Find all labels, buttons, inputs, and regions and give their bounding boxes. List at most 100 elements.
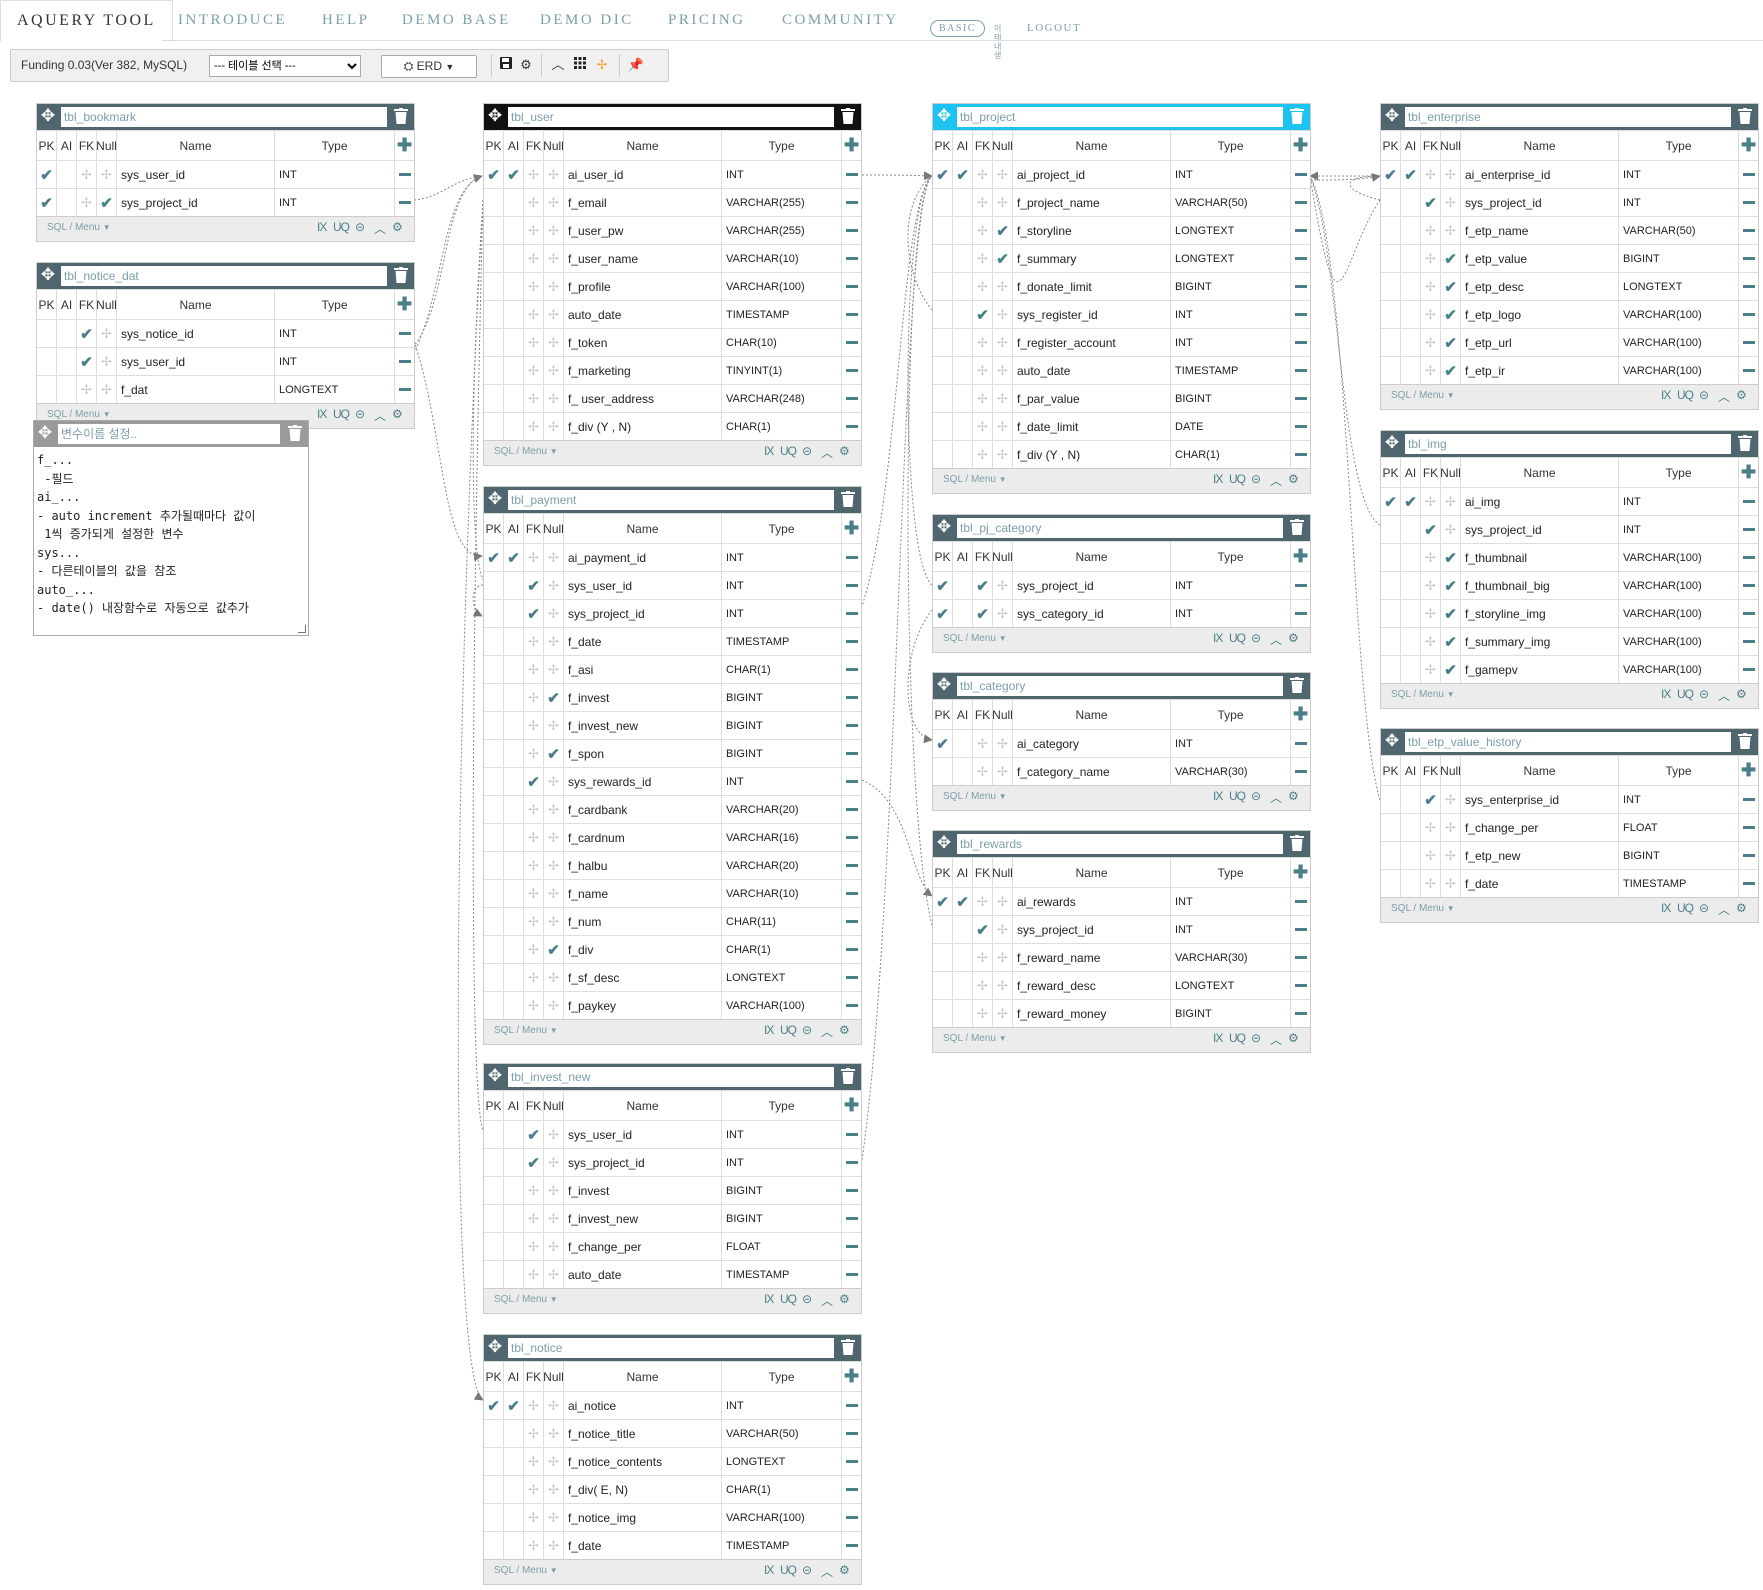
ai-toggle[interactable]	[1401, 814, 1421, 841]
table-name-input[interactable]: tbl_invest_new	[508, 1067, 834, 1087]
pk-toggle[interactable]	[1381, 656, 1401, 683]
pk-toggle[interactable]	[484, 796, 504, 823]
fk-checked[interactable]: ✔	[973, 572, 993, 599]
fk-toggle[interactable]: ✢	[524, 1205, 544, 1232]
remove-column-button[interactable]	[842, 824, 861, 851]
move-icon[interactable]: ✥	[935, 834, 953, 852]
trash-icon[interactable]	[1290, 835, 1304, 852]
remove-column-button[interactable]	[842, 1476, 861, 1503]
column-type[interactable]: LONGTEXT	[1619, 273, 1739, 300]
pk-toggle[interactable]	[484, 712, 504, 739]
remove-column-button[interactable]	[842, 684, 861, 711]
pk-toggle[interactable]	[484, 357, 504, 384]
pk-toggle[interactable]	[484, 824, 504, 851]
remove-column-button[interactable]	[1291, 972, 1310, 999]
remove-column-button[interactable]	[1739, 301, 1758, 328]
null-toggle[interactable]: ✢	[1441, 217, 1461, 244]
ai-toggle[interactable]	[1401, 245, 1421, 272]
null-toggle[interactable]: ✢	[993, 944, 1013, 971]
fk-toggle[interactable]: ✢	[524, 656, 544, 683]
remove-column-button[interactable]	[842, 796, 861, 823]
fk-toggle[interactable]: ✢	[524, 1504, 544, 1531]
pk-toggle[interactable]	[933, 245, 953, 272]
null-toggle[interactable]: ✢	[544, 245, 564, 272]
column-type[interactable]: VARCHAR(100)	[1619, 572, 1739, 599]
remove-column-button[interactable]	[1739, 870, 1758, 897]
fk-toggle[interactable]: ✢	[1421, 161, 1441, 188]
remove-column-button[interactable]	[842, 628, 861, 655]
comment-icon[interactable]: ⊝	[355, 220, 365, 234]
comment-icon[interactable]: ⊝	[802, 1563, 812, 1577]
null-toggle[interactable]: ✢	[544, 217, 564, 244]
remove-column-button[interactable]	[1291, 273, 1310, 300]
index-button[interactable]: IX	[1661, 687, 1671, 701]
null-toggle[interactable]: ✢	[544, 1392, 564, 1419]
comment-icon[interactable]: ⊝	[1251, 789, 1261, 803]
fk-toggle[interactable]: ✢	[524, 217, 544, 244]
trash-icon[interactable]	[841, 1339, 855, 1356]
column-name[interactable]: sys_rewards_id	[564, 768, 722, 795]
fk-toggle[interactable]: ✢	[524, 1476, 544, 1503]
column-name[interactable]: f_notice_title	[564, 1420, 722, 1447]
pk-checked[interactable]: ✔	[484, 544, 504, 571]
column-name[interactable]: f_date_limit	[1013, 413, 1171, 440]
pk-toggle[interactable]	[1381, 600, 1401, 627]
fk-toggle[interactable]: ✢	[77, 189, 97, 216]
remove-column-button[interactable]	[1291, 441, 1310, 468]
fk-checked[interactable]: ✔	[524, 572, 544, 599]
column-type[interactable]: FLOAT	[1619, 814, 1739, 841]
ai-toggle[interactable]	[1401, 600, 1421, 627]
null-toggle[interactable]: ✢	[1441, 842, 1461, 869]
column-name[interactable]: f_date	[1461, 870, 1619, 897]
null-toggle[interactable]: ✢	[1441, 161, 1461, 188]
null-toggle[interactable]: ✢	[544, 824, 564, 851]
table-name-input[interactable]: tbl_notice	[508, 1338, 834, 1358]
null-toggle[interactable]: ✢	[544, 656, 564, 683]
null-toggle[interactable]: ✢	[1441, 516, 1461, 543]
pk-toggle[interactable]	[484, 385, 504, 412]
fk-toggle[interactable]: ✢	[1421, 656, 1441, 683]
column-type[interactable]: INT	[1171, 730, 1291, 757]
null-toggle[interactable]: ✢	[544, 1448, 564, 1475]
null-toggle[interactable]: ✢	[97, 348, 117, 375]
pk-toggle[interactable]	[1381, 544, 1401, 571]
pk-toggle[interactable]	[933, 357, 953, 384]
null-toggle[interactable]: ✢	[544, 768, 564, 795]
fk-toggle[interactable]: ✢	[524, 1532, 544, 1559]
null-toggle[interactable]: ✢	[544, 1205, 564, 1232]
ai-toggle[interactable]	[953, 758, 973, 785]
column-name[interactable]: sys_project_id	[564, 1149, 722, 1176]
column-type[interactable]: VARCHAR(30)	[1171, 944, 1291, 971]
sql-menu-button[interactable]: SQL / Menu ▼	[943, 1033, 1007, 1044]
column-type[interactable]: FLOAT	[722, 1233, 842, 1260]
column-name[interactable]: f_user_pw	[564, 217, 722, 244]
null-toggle[interactable]: ✢	[544, 1476, 564, 1503]
fk-toggle[interactable]: ✢	[973, 441, 993, 468]
column-type[interactable]: INT	[1619, 189, 1739, 216]
null-checked[interactable]: ✔	[1441, 544, 1461, 571]
collapse-icon[interactable]: ︿	[1718, 388, 1730, 405]
pk-checked[interactable]: ✔	[933, 730, 953, 757]
sql-menu-button[interactable]: SQL / Menu ▼	[494, 1025, 558, 1036]
gear-icon[interactable]: ⚙	[392, 407, 403, 421]
column-type[interactable]: TIMESTAMP	[722, 628, 842, 655]
remove-column-button[interactable]	[1291, 329, 1310, 356]
column-name[interactable]: sys_project_id	[1013, 916, 1171, 943]
column-type[interactable]: INT	[1171, 301, 1291, 328]
column-name[interactable]: f_div	[564, 936, 722, 963]
null-toggle[interactable]: ✢	[544, 1261, 564, 1288]
pk-toggle[interactable]	[484, 880, 504, 907]
fk-toggle[interactable]: ✢	[77, 161, 97, 188]
column-type[interactable]: DATE	[1171, 413, 1291, 440]
pk-toggle[interactable]	[933, 916, 953, 943]
column-type[interactable]: INT	[722, 1121, 842, 1148]
fk-toggle[interactable]: ✢	[973, 730, 993, 757]
null-toggle[interactable]: ✢	[993, 1000, 1013, 1027]
sql-menu-button[interactable]: SQL / Menu ▼	[1391, 903, 1455, 914]
table-name-input[interactable]: tbl_pj_category	[957, 518, 1283, 538]
comment-icon[interactable]: ⊝	[1699, 901, 1709, 915]
fk-toggle[interactable]: ✢	[1421, 628, 1441, 655]
remove-column-button[interactable]	[842, 908, 861, 935]
pk-toggle[interactable]	[484, 1121, 504, 1148]
null-toggle[interactable]: ✢	[544, 385, 564, 412]
